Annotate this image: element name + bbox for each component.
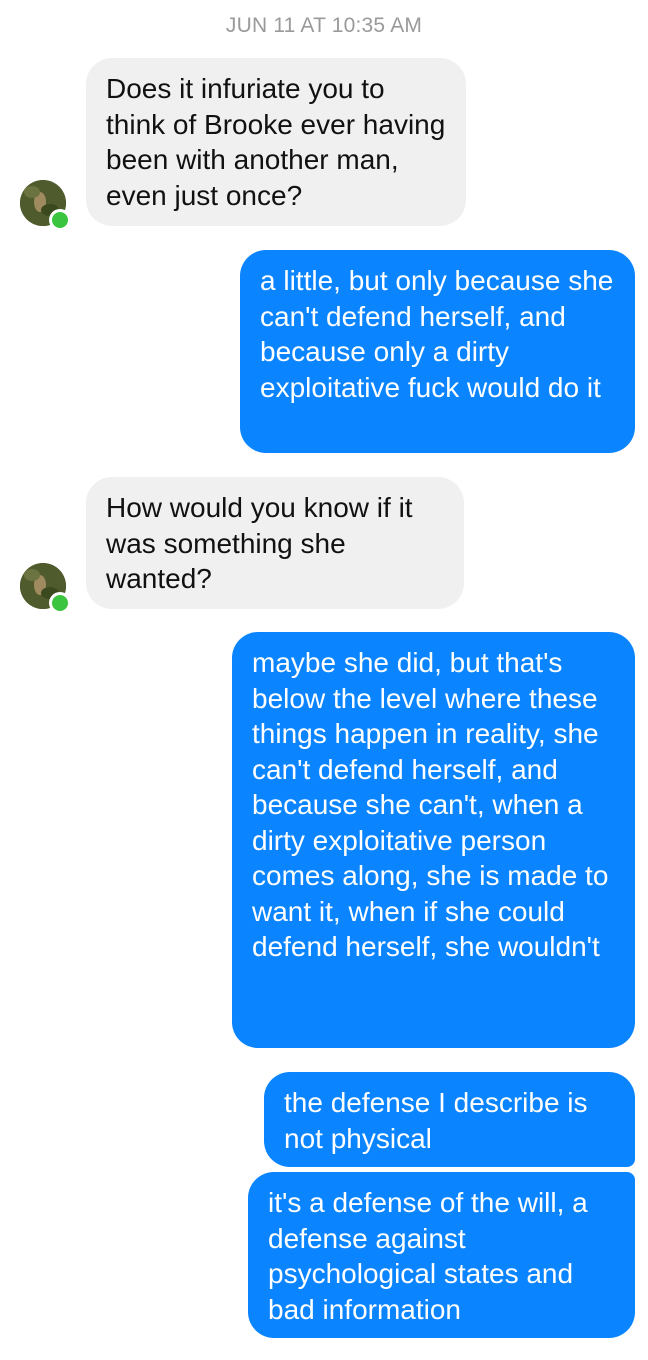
message-bubble-outgoing[interactable]: maybe she did, but that's below the leve…	[232, 632, 635, 1048]
message-bubble-outgoing[interactable]: a little, but only because she can't def…	[240, 250, 635, 453]
message-bubble-incoming[interactable]: How would you know if it was something s…	[86, 477, 464, 609]
contact-avatar[interactable]	[20, 180, 71, 231]
conversation-timestamp: JUN 11 AT 10:35 AM	[225, 14, 423, 37]
message-bubble-outgoing[interactable]: it's a defense of the will, a defense ag…	[248, 1172, 635, 1338]
online-status-dot	[49, 209, 71, 231]
message-bubble-outgoing[interactable]: the defense I describe is not physical	[264, 1072, 635, 1167]
online-status-dot	[49, 592, 71, 614]
message-bubble-incoming[interactable]: Does it infuriate you to think of Brooke…	[86, 58, 466, 226]
contact-avatar[interactable]	[20, 563, 71, 614]
